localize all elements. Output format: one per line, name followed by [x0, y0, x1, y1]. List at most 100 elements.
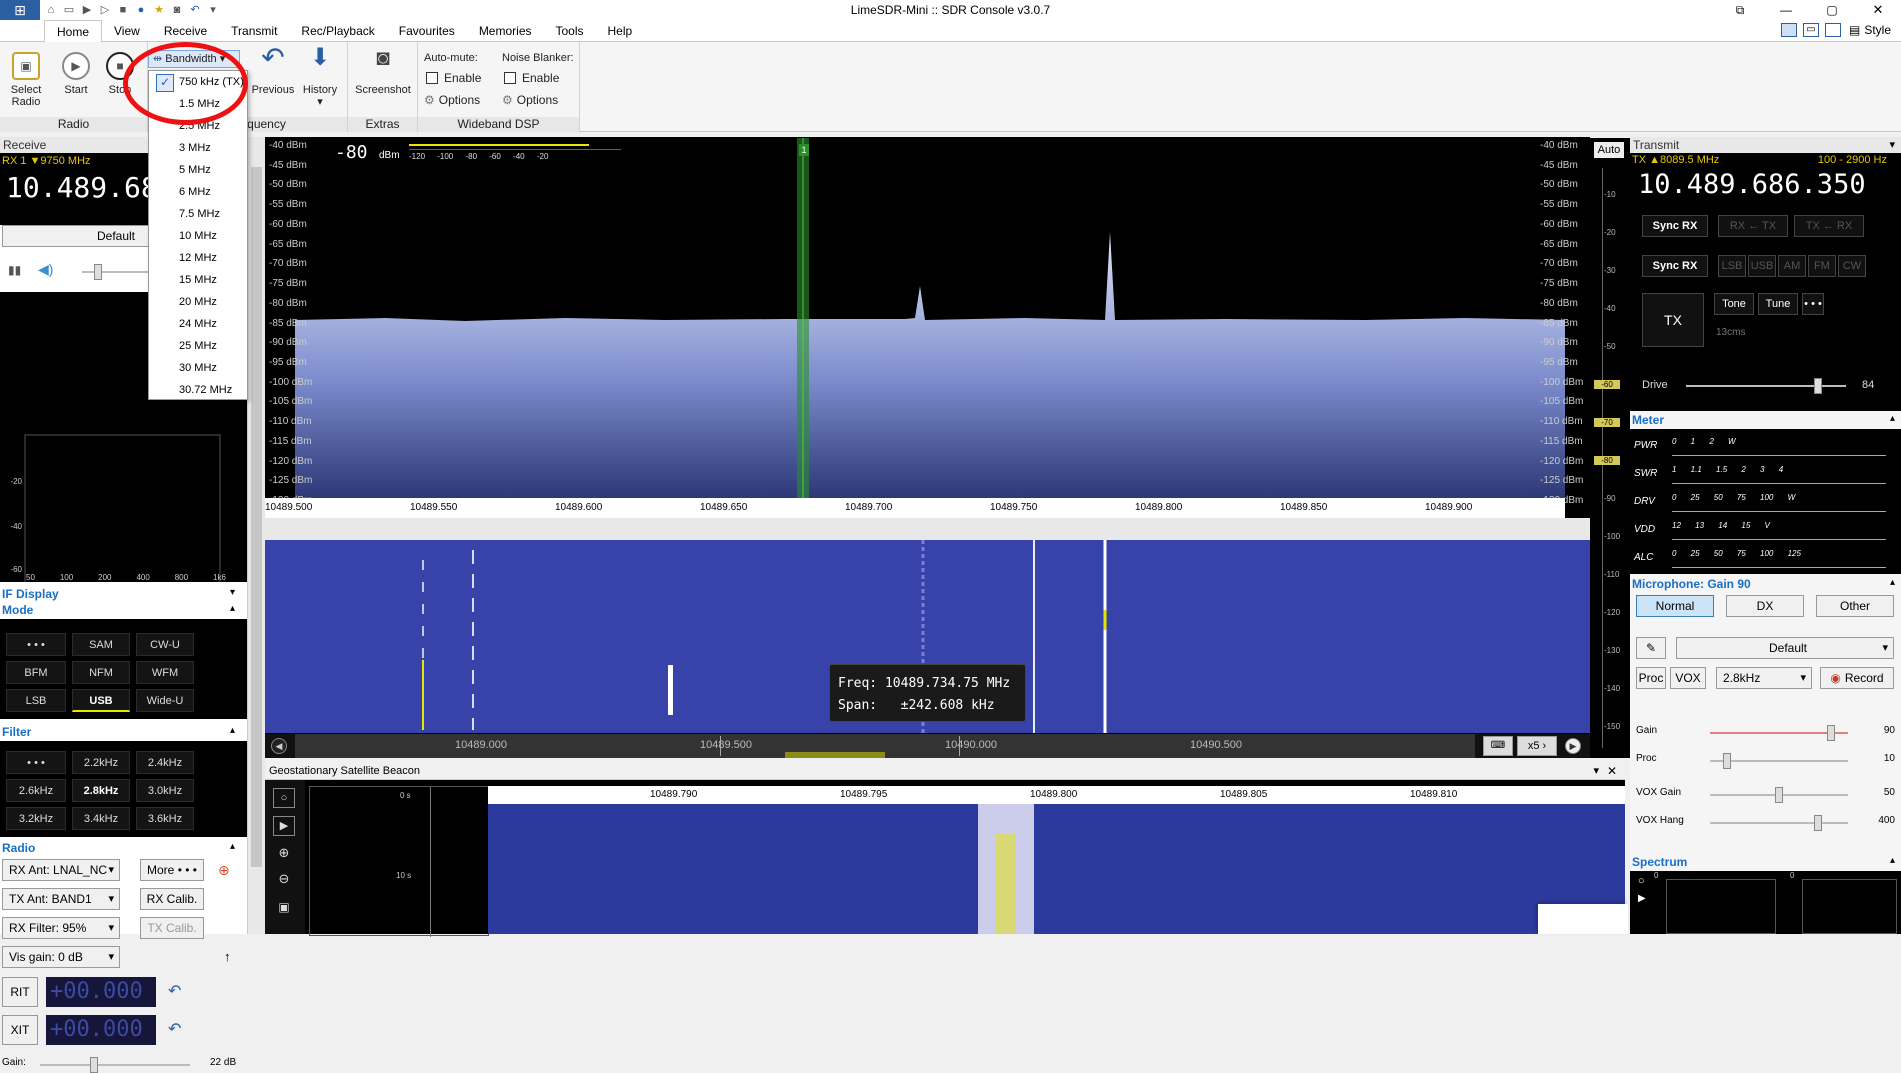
mode-wide-u-button[interactable]: Wide-U: [136, 689, 194, 712]
bandwidth-option[interactable]: 5 MHz: [149, 159, 247, 181]
marker-label[interactable]: 1: [799, 144, 809, 156]
mode-wfm-button[interactable]: WFM: [136, 661, 194, 684]
rx-antenna-dropdown[interactable]: RX Ant: LNAL_NC: [2, 859, 120, 881]
tab-memories[interactable]: Memories: [467, 20, 544, 42]
vox-button[interactable]: VOX: [1670, 667, 1706, 689]
bandwidth-option[interactable]: 12 MHz: [149, 247, 247, 269]
select-radio-button[interactable]: ▣ Select Radio: [6, 52, 46, 108]
chevron-down-icon[interactable]: ▾: [1593, 764, 1599, 777]
tab-transmit[interactable]: Transmit: [219, 20, 289, 42]
mic-filter-dropdown[interactable]: 2.8kHz: [1716, 667, 1812, 689]
tab-tools[interactable]: Tools: [544, 20, 596, 42]
level-icon[interactable]: ▮▮: [8, 263, 21, 277]
undo-icon[interactable]: ↶: [168, 981, 181, 1001]
close-icon[interactable]: ✕: [1855, 2, 1901, 18]
speaker-icon[interactable]: ◀): [38, 261, 53, 278]
drive-slider[interactable]: [1686, 378, 1846, 394]
rx-calib-button[interactable]: RX Calib.: [140, 888, 204, 910]
meter-header[interactable]: Meter ▴: [1630, 413, 1901, 427]
undo-icon[interactable]: ↶: [168, 1019, 181, 1039]
monitor-icon[interactable]: ▭: [1802, 23, 1819, 37]
frequency-scrollbar[interactable]: ◀ 10489.000 10489.500 10490.000 10490.500 ⌨…: [265, 734, 1590, 758]
filter-2-8khz-button[interactable]: 2.8kHz: [72, 779, 130, 802]
tx-to-rx-button[interactable]: TX ← RX: [1794, 215, 1864, 237]
vis-gain-dropdown[interactable]: Vis gain: 0 dB: [2, 946, 120, 968]
bandwidth-option[interactable]: 7.5 MHz: [149, 203, 247, 225]
tab-view[interactable]: View: [102, 20, 152, 42]
filter-2-4khz-button[interactable]: 2.4kHz: [136, 751, 194, 774]
microphone-header[interactable]: Microphone: Gain 90 ▴: [1630, 577, 1901, 591]
play-icon[interactable]: ▶: [273, 816, 295, 836]
filter-2-6khz-button[interactable]: 2.6kHz: [6, 779, 66, 802]
filter-3-2khz-button[interactable]: 3.2kHz: [6, 807, 66, 830]
tab-receive[interactable]: Receive: [152, 20, 219, 42]
bandwidth-option[interactable]: 20 MHz: [149, 291, 247, 313]
filter-2-2khz-button[interactable]: 2.2kHz: [72, 751, 130, 774]
crosshair-icon[interactable]: ⊕: [273, 844, 295, 864]
tx-button[interactable]: TX: [1642, 293, 1704, 347]
filter-3-0khz-button[interactable]: 3.0kHz: [136, 779, 194, 802]
bandwidth-option[interactable]: 30.72 MHz: [149, 379, 247, 401]
mic-slider-vox-hang[interactable]: [1710, 815, 1848, 831]
play-icon[interactable]: ▶: [1638, 893, 1646, 904]
mode-usb-button[interactable]: USB: [72, 689, 130, 712]
mic-slider-proc[interactable]: [1710, 753, 1848, 769]
sync-rx-button-1[interactable]: Sync RX: [1642, 215, 1708, 237]
bandwidth-option[interactable]: 25 MHz: [149, 335, 247, 357]
proc-button[interactable]: Proc: [1636, 667, 1666, 689]
tab-help[interactable]: Help: [596, 20, 645, 42]
noise-blanker-enable-checkbox[interactable]: Enable: [504, 72, 559, 84]
microphone-profile-dropdown[interactable]: Default: [1676, 637, 1894, 659]
tx-calib-button[interactable]: TX Calib.: [140, 917, 204, 939]
save-icon[interactable]: ▣: [273, 898, 295, 918]
mode-more-button[interactable]: • • •: [6, 633, 66, 656]
waterfall-display[interactable]: Freq: 10489.734.75 MHz Span: ±242.608 kH…: [265, 540, 1590, 733]
layout-icon[interactable]: [1780, 23, 1797, 37]
tune-button[interactable]: Tune: [1758, 293, 1798, 315]
sync-rx-button-2[interactable]: Sync RX: [1642, 255, 1708, 277]
tx-mode-fm[interactable]: FM: [1808, 255, 1836, 277]
mode-cw-u-button[interactable]: CW-U: [136, 633, 194, 656]
preset-normal-button[interactable]: Normal: [1636, 595, 1714, 617]
rx-to-tx-button[interactable]: RX ← TX: [1718, 215, 1788, 237]
keyboard-icon[interactable]: ⌨: [1483, 736, 1513, 756]
restore-small-icon[interactable]: ⧉: [1717, 3, 1763, 18]
tx-mode-cw[interactable]: CW: [1838, 255, 1866, 277]
gain-slider[interactable]: [40, 1057, 190, 1073]
notification-popup[interactable]: [1538, 904, 1628, 934]
bandwidth-option[interactable]: 10 MHz: [149, 225, 247, 247]
tone-button[interactable]: Tone: [1714, 293, 1754, 315]
microphone-icon[interactable]: ✎: [1636, 637, 1666, 659]
start-button[interactable]: ▶ Start: [58, 52, 94, 96]
bandwidth-option[interactable]: 3 MHz: [149, 137, 247, 159]
mode-bfm-button[interactable]: BFM: [6, 661, 66, 684]
lifebuoy-icon[interactable]: ⊕: [218, 862, 230, 879]
preset-other-button[interactable]: Other: [1816, 595, 1894, 617]
spectrum-display[interactable]: -80 dBm -120 -100 -80 -60 -40 -20 1 -40 …: [265, 138, 1617, 518]
close-icon[interactable]: ✕: [1607, 764, 1617, 778]
filter-more-button[interactable]: • • •: [6, 751, 66, 774]
if-display-header[interactable]: IF Display ▾: [0, 587, 247, 601]
tx-frequency[interactable]: 10.489.686.350: [1638, 169, 1866, 200]
tab-home[interactable]: Home: [44, 19, 103, 42]
tab-rec-playback[interactable]: Rec/Playback: [289, 20, 386, 42]
filter-3-4khz-button[interactable]: 3.4kHz: [72, 807, 130, 830]
rit-button[interactable]: RIT: [2, 977, 38, 1007]
scroll-right-icon[interactable]: ▶: [1565, 738, 1581, 754]
auto-button[interactable]: Auto: [1594, 142, 1624, 158]
previous-button[interactable]: ↶ Previous: [250, 44, 296, 97]
mode-sam-button[interactable]: SAM: [72, 633, 130, 656]
chevron-down-icon[interactable]: ▾: [1889, 138, 1895, 151]
spectrum-splitter[interactable]: [265, 518, 1590, 540]
record-circle-icon[interactable]: ○: [1638, 875, 1645, 887]
minimize-icon[interactable]: —: [1763, 3, 1809, 17]
bandwidth-option[interactable]: 30 MHz: [149, 357, 247, 379]
mic-slider-vox-gain[interactable]: [1710, 787, 1848, 803]
rx-filter-dropdown[interactable]: RX Filter: 95%: [2, 917, 120, 939]
record-button[interactable]: ◉ Record: [1820, 667, 1894, 689]
mode-nfm-button[interactable]: NFM: [72, 661, 130, 684]
arrow-up-icon[interactable]: ↑: [224, 949, 231, 964]
radio-header[interactable]: Radio ▴: [0, 841, 247, 855]
zoom-selector[interactable]: x5 ›: [1517, 736, 1557, 756]
xit-value[interactable]: +00.000: [46, 1015, 156, 1045]
